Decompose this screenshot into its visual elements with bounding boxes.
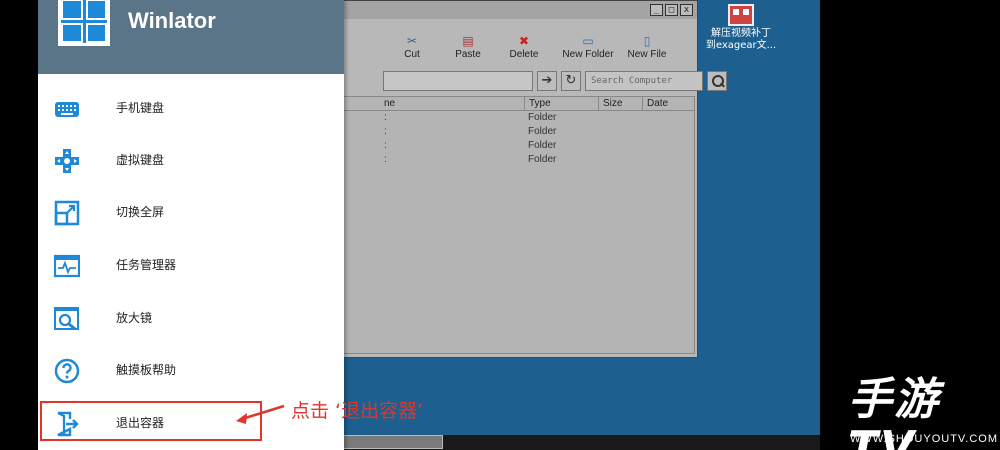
desktop-icon-patch[interactable]: 解压视频补丁 到exagear文... — [700, 4, 782, 52]
close-button[interactable]: x — [680, 4, 693, 16]
drawer-header: Winlator — [38, 0, 344, 74]
list-header: ne Type Size Date — [302, 97, 694, 111]
magnifier-icon — [54, 307, 79, 331]
menu-item-task-manager[interactable]: 任务管理器 — [38, 240, 344, 290]
refresh-button[interactable]: ↻ — [561, 71, 581, 91]
explorer-toolbar: ✂ Cut ▤ Paste ✖ Delete ▭ New Folder ▯ Ne… — [301, 35, 697, 67]
archive-icon — [728, 4, 754, 26]
refresh-icon: ↻ — [565, 73, 577, 88]
new-folder-button[interactable]: ▭ New Folder — [561, 35, 615, 60]
winlator-logo-icon — [58, 0, 110, 46]
arrow-right-icon: ➔ — [541, 73, 553, 88]
menu-label: 任务管理器 — [116, 258, 177, 272]
highlight-box — [40, 401, 262, 441]
new-file-button[interactable]: ▯ New File — [625, 35, 669, 60]
watermark-url: WWW.SHOUYOUTV.COM — [850, 433, 998, 445]
table-row[interactable]: : Folder — [302, 125, 694, 139]
maximize-button[interactable]: □ — [665, 4, 678, 16]
menu-label: 虚拟键盘 — [116, 153, 165, 167]
menu-label: 触摸板帮助 — [116, 363, 177, 377]
fullscreen-icon — [54, 200, 80, 226]
delete-button[interactable]: ✖ Delete — [507, 35, 541, 60]
task-manager-icon — [54, 254, 80, 278]
keyboard-icon — [55, 102, 79, 117]
file-list: ne Type Size Date : Folder : Folder : Folde… — [301, 96, 695, 354]
new-file-icon: ▯ — [643, 34, 651, 48]
new-folder-icon: ▭ — [582, 34, 594, 48]
cut-button[interactable]: ✂ Cut — [397, 35, 427, 60]
menu-item-touchpad-help[interactable]: 触摸板帮助 — [38, 345, 344, 395]
column-type[interactable]: Type — [524, 97, 598, 111]
file-explorer-window[interactable]: _ □ x ✂ Cut ▤ Paste ✖ Delete ▭ New Folde… — [300, 0, 727, 358]
menu-item-virtual-keyboard[interactable]: 虚拟键盘 — [38, 135, 344, 185]
go-button[interactable]: ➔ — [537, 71, 557, 91]
window-titlebar[interactable]: _ □ x — [301, 1, 697, 19]
search-button[interactable] — [707, 71, 727, 91]
table-row[interactable]: : Folder — [302, 153, 694, 167]
menu-item-keyboard[interactable]: 手机键盘 — [38, 83, 344, 133]
search-input[interactable]: Search Computer — [585, 71, 703, 91]
help-icon — [54, 358, 80, 384]
table-row[interactable]: : Folder — [302, 111, 694, 125]
delete-icon: ✖ — [518, 34, 530, 48]
clipboard-icon: ▤ — [462, 34, 474, 48]
gamepad-dpad-icon — [55, 149, 79, 173]
address-input[interactable] — [383, 71, 533, 91]
menu-item-magnifier[interactable]: 放大镜 — [38, 293, 344, 343]
annotation-arrow-icon — [236, 404, 285, 424]
annotation-text: 点击 ‘退出容器’ — [291, 400, 424, 422]
column-date[interactable]: Date — [642, 97, 716, 111]
menu-label: 放大镜 — [116, 311, 153, 325]
column-size[interactable]: Size — [598, 97, 642, 111]
menu-item-fullscreen[interactable]: 切换全屏 — [38, 187, 344, 237]
table-row[interactable]: : Folder — [302, 139, 694, 153]
scissors-icon: ✂ — [406, 34, 418, 48]
menu-label: 手机键盘 — [116, 101, 165, 115]
menu-label: 切换全屏 — [116, 205, 165, 219]
minimize-button[interactable]: _ — [650, 4, 663, 16]
paste-button[interactable]: ▤ Paste — [451, 35, 485, 60]
side-drawer: Winlator 手机键盘 虚拟键盘 切换全屏 任务管理器 放大镜 触摸板帮助 … — [38, 0, 344, 450]
app-title: Winlator — [128, 8, 216, 33]
taskbar-window-button[interactable] — [343, 435, 443, 449]
address-bar: ➔ ↻ Search Computer — [301, 71, 727, 93]
